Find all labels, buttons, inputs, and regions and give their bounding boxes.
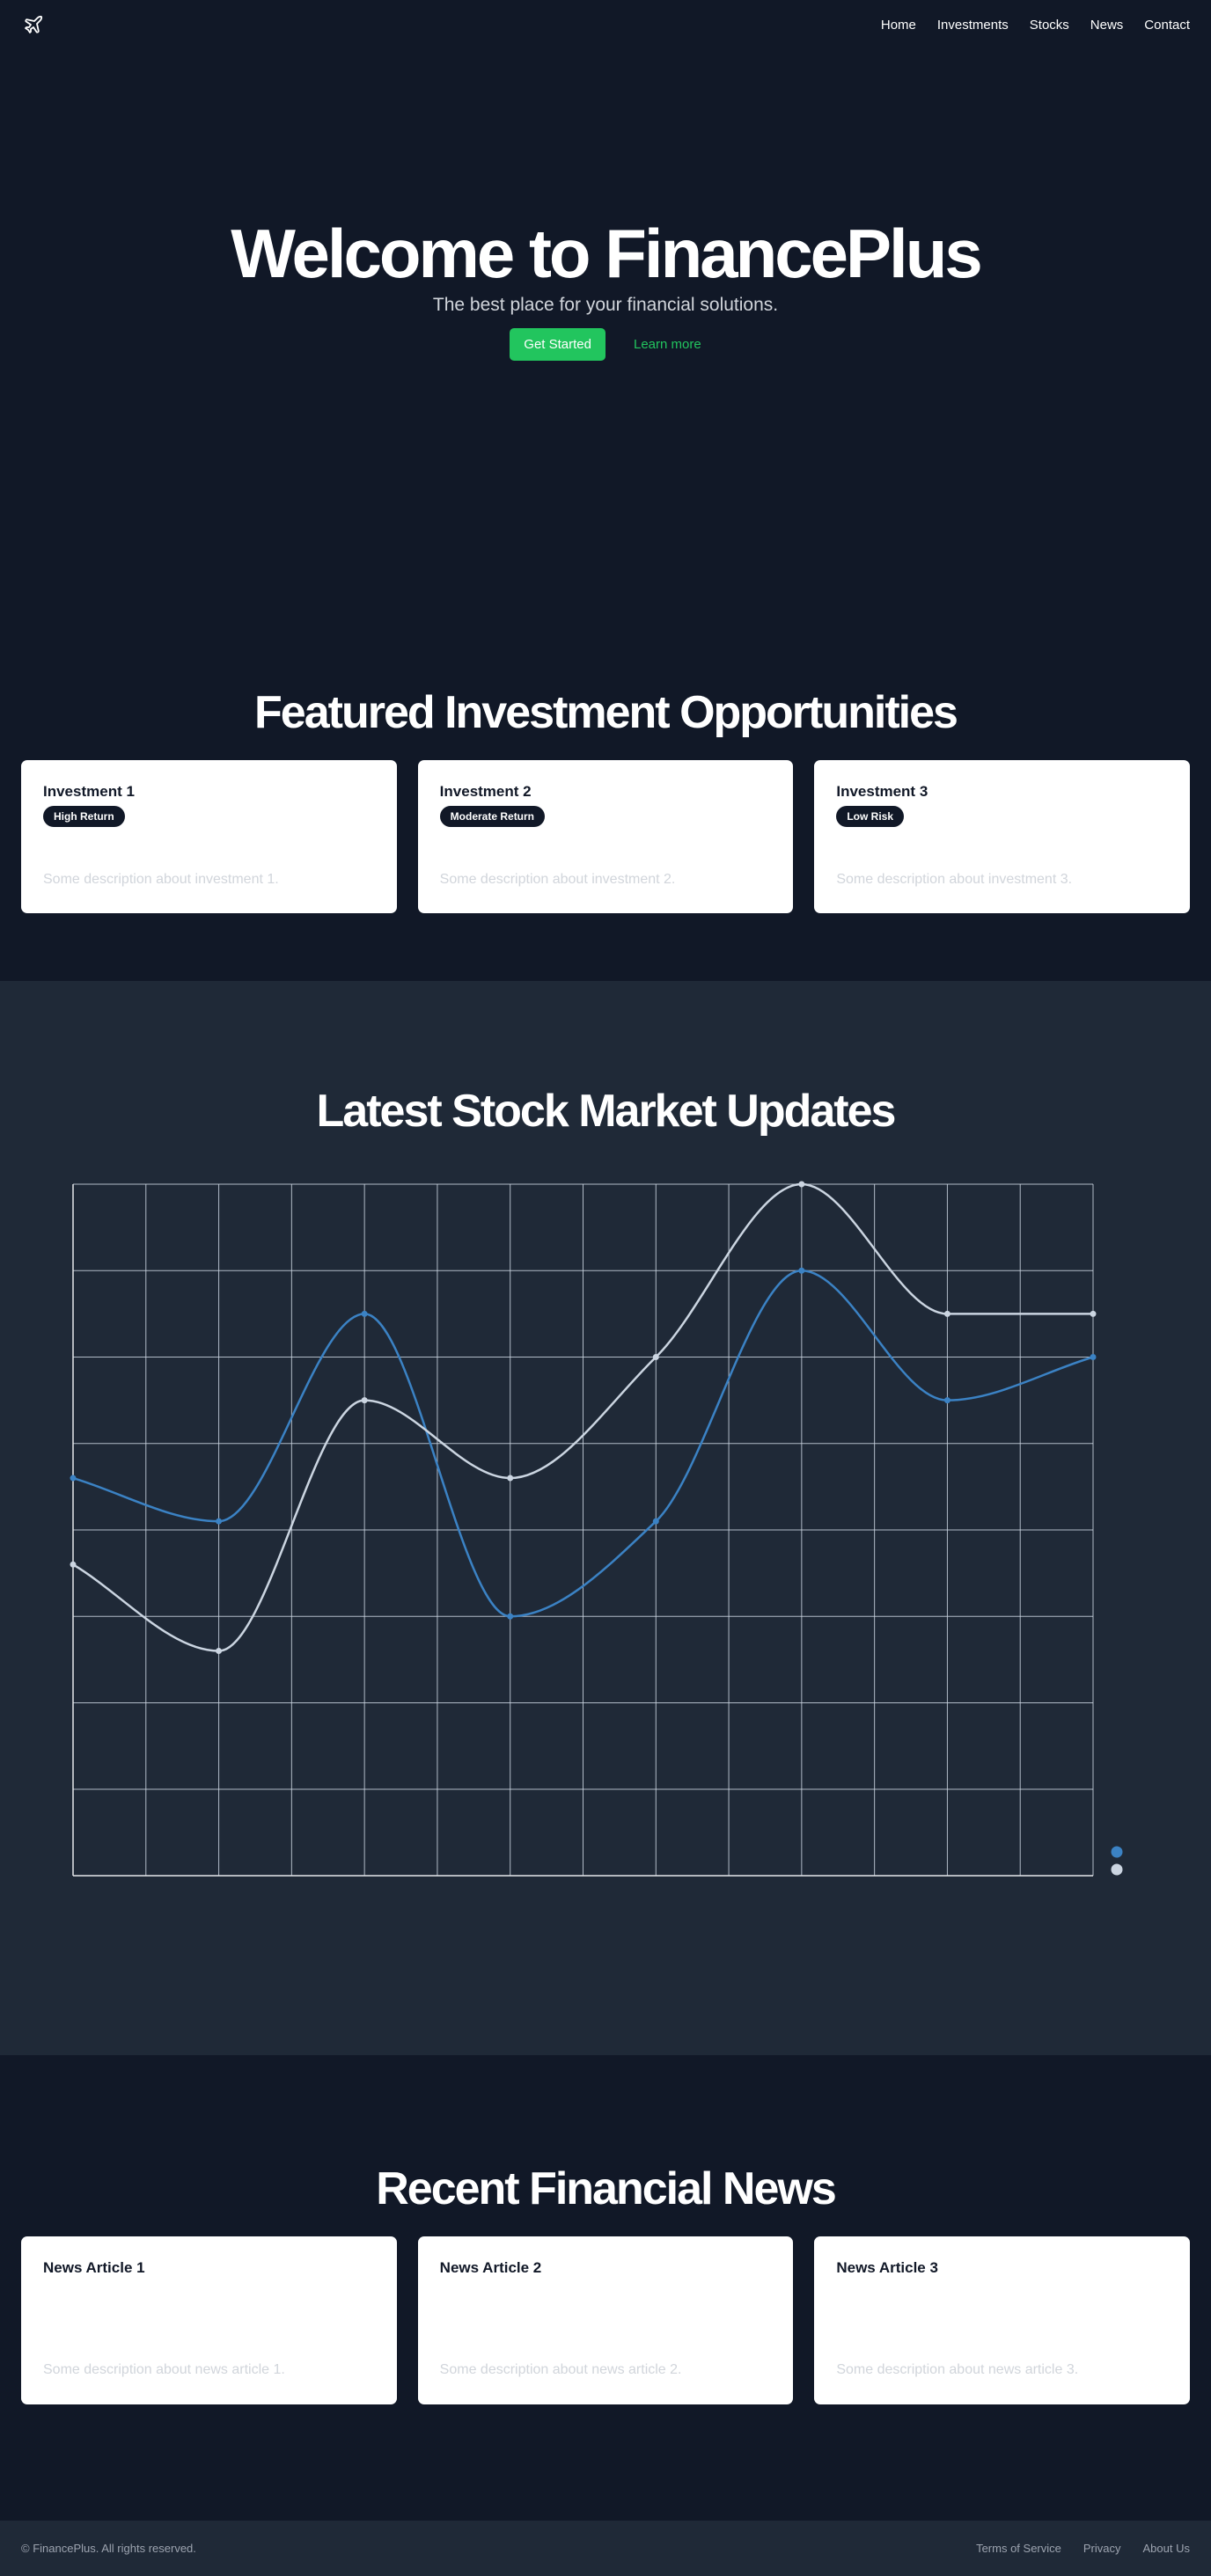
stocks-title: Latest Stock Market Updates — [316, 1086, 897, 1137]
investment-card[interactable]: Investment 3 Low Risk Some description a… — [814, 760, 1191, 913]
hero-title: Welcome to FinancePlus — [231, 215, 982, 292]
news-card[interactable]: News Article 2 Some description about ne… — [417, 2236, 794, 2404]
series-point-1 — [507, 1613, 514, 1620]
footer-links: Terms of Service Privacy About Us — [976, 2542, 1190, 2555]
news-section: Recent Financial News News Article 1 Som… — [0, 2055, 1211, 2521]
investment-card-title: Investment 1 — [43, 783, 135, 800]
series-point-1 — [216, 1518, 223, 1525]
news-card-description: Some description about news article 2. — [439, 2362, 682, 2377]
series-point-2 — [1090, 1310, 1097, 1317]
investment-card-description: Some description about investment 2. — [439, 872, 676, 887]
investment-badge: Moderate Return — [439, 806, 546, 827]
footer-link-about[interactable]: About Us — [1143, 2542, 1190, 2555]
footer-copyright: © FinancePlus. All rights reserved. — [21, 2542, 196, 2555]
series-point-1 — [70, 1475, 77, 1482]
series-point-1 — [943, 1397, 950, 1404]
footer: © FinancePlus. All rights reserved. Term… — [0, 2521, 1211, 2576]
footer-link-terms[interactable]: Terms of Service — [976, 2542, 1061, 2555]
investment-card[interactable]: Investment 2 Moderate Return Some descri… — [417, 760, 794, 913]
series-point-2 — [652, 1354, 659, 1360]
nav-link-news[interactable]: News — [1090, 18, 1124, 33]
series-point-2 — [798, 1181, 805, 1188]
investment-card-title: Investment 3 — [836, 783, 928, 800]
news-card-description: Some description about news article 3. — [836, 2362, 1079, 2377]
nav-link-contact[interactable]: Contact — [1144, 18, 1190, 33]
news-card[interactable]: News Article 1 Some description about ne… — [21, 2236, 397, 2404]
series-point-2 — [216, 1648, 223, 1655]
nav-link-home[interactable]: Home — [881, 18, 916, 33]
hero-section: Welcome to FinancePlus The best place fo… — [0, 49, 1211, 581]
series-point-2 — [943, 1310, 950, 1317]
nav-links: Home Investments Stocks News Contact — [881, 18, 1190, 33]
investment-card-description: Some description about investment 3. — [836, 872, 1073, 887]
stock-chart-svg — [70, 1181, 1123, 1877]
news-card[interactable]: News Article 3 Some description about ne… — [814, 2236, 1191, 2404]
news-card-title: News Article 2 — [439, 2259, 542, 2276]
hero-actions: Get Started Learn more — [510, 328, 701, 361]
news-cards: News Article 1 Some description about ne… — [0, 2236, 1211, 2404]
top-nav: Home Investments Stocks News Contact — [0, 0, 1211, 49]
nav-link-investments[interactable]: Investments — [937, 18, 1009, 33]
series-point-1 — [798, 1267, 805, 1274]
series-point-1 — [652, 1518, 659, 1525]
series-point-2 — [361, 1397, 368, 1404]
news-card-description: Some description about news article 1. — [43, 2362, 285, 2377]
news-card-title: News Article 1 — [43, 2259, 145, 2276]
series-point-1 — [1090, 1354, 1097, 1360]
hero-subtitle: The best place for your financial soluti… — [432, 295, 779, 315]
stock-chart — [0, 1173, 1211, 1947]
nav-link-stocks[interactable]: Stocks — [1030, 18, 1069, 33]
plane-icon[interactable] — [21, 12, 46, 37]
investment-badge: Low Risk — [836, 806, 905, 827]
featured-title: Featured Investment Opportunities — [254, 687, 958, 738]
series-point-2 — [70, 1561, 77, 1568]
featured-investments-section: Featured Investment Opportunities Invest… — [0, 581, 1211, 981]
stock-updates-section: Latest Stock Market Updates — [0, 981, 1211, 2055]
news-card-title: News Article 3 — [836, 2259, 938, 2276]
investment-cards: Investment 1 High Return Some descriptio… — [0, 760, 1211, 913]
learn-more-link[interactable]: Learn more — [634, 337, 701, 352]
footer-link-privacy[interactable]: Privacy — [1083, 2542, 1121, 2555]
investment-card-description: Some description about investment 1. — [43, 872, 279, 887]
investment-card[interactable]: Investment 1 High Return Some descriptio… — [21, 760, 397, 913]
legend-dot-2 — [1111, 1863, 1123, 1876]
get-started-button[interactable]: Get Started — [510, 328, 606, 361]
series-point-1 — [361, 1310, 368, 1317]
news-title: Recent Financial News — [376, 2163, 837, 2214]
legend-dot-1 — [1111, 1846, 1123, 1858]
series-point-2 — [507, 1475, 514, 1482]
investment-badge: High Return — [43, 806, 125, 827]
investment-card-title: Investment 2 — [439, 783, 532, 800]
